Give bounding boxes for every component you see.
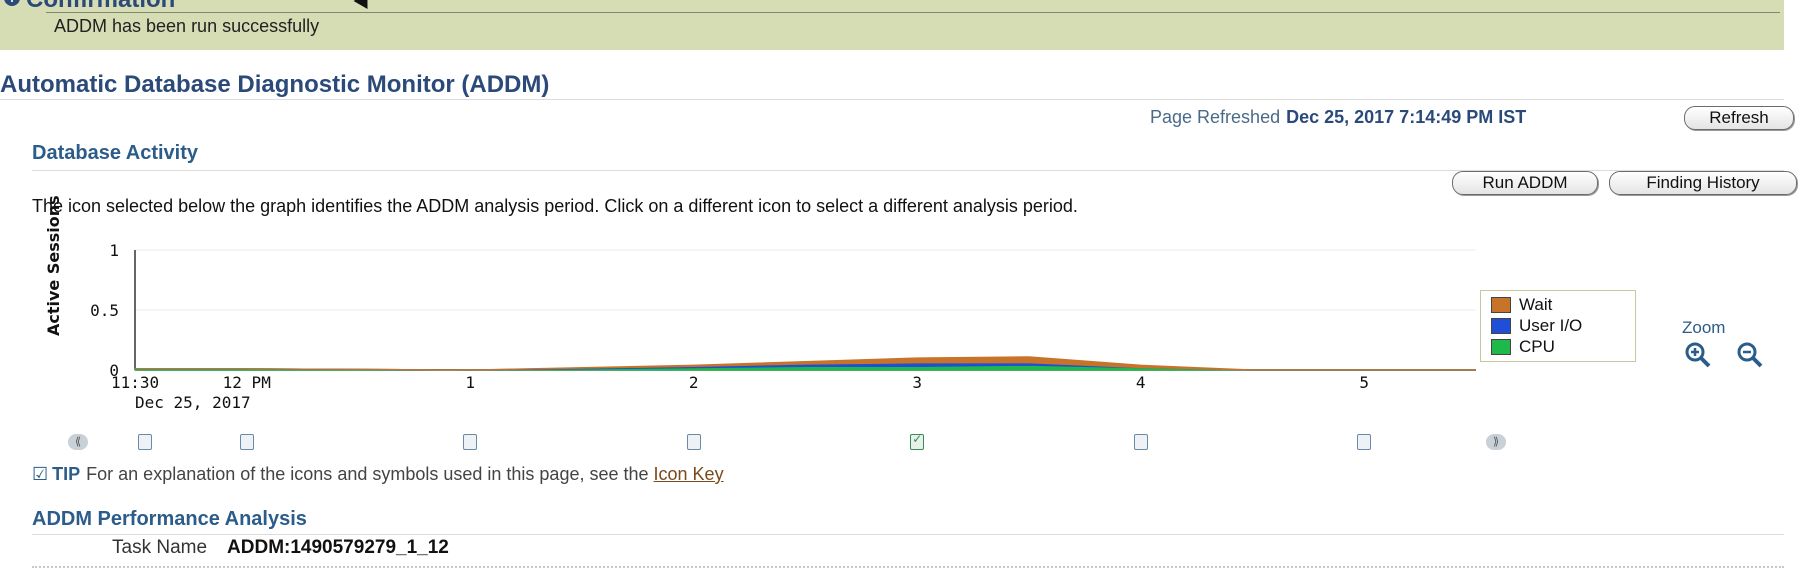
database-activity-chart: 00.5111:30 12 PM 1 2 3 4 5Dec 25, 2017 xyxy=(90,241,1476,412)
legend-item-user-io: User I/O xyxy=(1491,316,1582,336)
tip-text: For an explanation of the icons and symb… xyxy=(86,464,649,484)
title-divider xyxy=(0,99,1784,100)
x-tick-label: 12 PM xyxy=(223,373,271,392)
x-tick-label: 11:30 xyxy=(111,373,159,392)
scroll-right-icon[interactable]: ⟫ xyxy=(1486,434,1506,450)
refreshed-timestamp: Dec 25, 2017 7:14:49 PM IST xyxy=(1286,107,1527,127)
finding-history-button[interactable]: Finding History xyxy=(1609,171,1797,195)
y-tick-label: 1 xyxy=(109,241,119,260)
zoom-label: Zoom xyxy=(1682,318,1726,337)
task-name-row: Task Name ADDM:1490579279_1_12 xyxy=(112,537,449,559)
run-addm-button[interactable]: Run ADDM xyxy=(1452,171,1598,195)
legend-swatch-cpu xyxy=(1491,339,1511,355)
analysis-period-icon[interactable] xyxy=(1133,434,1148,450)
performance-analysis-title: ADDM Performance Analysis xyxy=(32,508,307,530)
tip-row: ☑ TIP For an explanation of the icons and … xyxy=(32,464,724,485)
analysis-period-icon-selected[interactable] xyxy=(910,432,925,450)
legend-label-wait: Wait xyxy=(1519,295,1553,314)
scroll-left-icon[interactable]: ⟪ xyxy=(68,434,88,450)
legend-label-user-io: User I/O xyxy=(1519,316,1583,335)
confirmation-banner: i Confirmation ADDM has been run success… xyxy=(0,0,1784,50)
refresh-button[interactable]: Refresh xyxy=(1684,106,1794,130)
task-name-label: Task Name xyxy=(112,537,208,558)
confirmation-divider xyxy=(46,12,1780,13)
legend-label-cpu: CPU xyxy=(1519,337,1555,356)
info-icon: i xyxy=(4,0,20,6)
analysis-period-icon[interactable] xyxy=(463,434,478,450)
confirmation-message: ADDM has been run successfully xyxy=(54,16,320,36)
zoom-in-icon[interactable] xyxy=(1682,342,1716,370)
legend-item-wait: Wait xyxy=(1491,295,1552,315)
x-axis-date-label: Dec 25, 2017 xyxy=(135,393,251,412)
zoom-out-icon[interactable] xyxy=(1734,342,1768,370)
x-tick-label: 2 xyxy=(689,373,699,392)
database-activity-title: Database Activity xyxy=(32,142,198,164)
legend-swatch-user-io xyxy=(1491,318,1511,334)
x-tick-label: 1 xyxy=(465,373,475,392)
page-title: Automatic Database Diagnostic Monitor (A… xyxy=(0,71,550,98)
chart-legend: Wait User I/O CPU xyxy=(1480,290,1636,362)
tip-label: TIP xyxy=(52,464,81,484)
tip-check-icon: ☑ xyxy=(32,464,49,484)
analysis-period-icon[interactable] xyxy=(138,434,152,450)
legend-swatch-wait xyxy=(1491,297,1511,313)
icon-key-link[interactable]: Icon Key xyxy=(654,464,724,484)
y-tick-label: 0.5 xyxy=(90,301,119,320)
analysis-period-icon[interactable] xyxy=(239,434,254,450)
analysis-period-icon[interactable] xyxy=(686,434,701,450)
legend-item-cpu: CPU xyxy=(1491,337,1555,357)
refreshed-label: Page Refreshed xyxy=(1150,107,1281,127)
section-divider xyxy=(32,534,1784,535)
page-refreshed: Page Refreshed Dec 25, 2017 7:14:49 PM IS… xyxy=(1150,107,1526,128)
x-tick-label: 5 xyxy=(1359,373,1369,392)
analysis-period-icon[interactable] xyxy=(1357,434,1372,450)
x-tick-label: 3 xyxy=(912,373,922,392)
instruction-text: The icon selected below the graph identi… xyxy=(32,196,1078,216)
x-tick-label: 4 xyxy=(1136,373,1146,392)
dotted-divider xyxy=(32,566,1784,568)
task-name-value: ADDM:1490579279_1_12 xyxy=(227,537,449,558)
